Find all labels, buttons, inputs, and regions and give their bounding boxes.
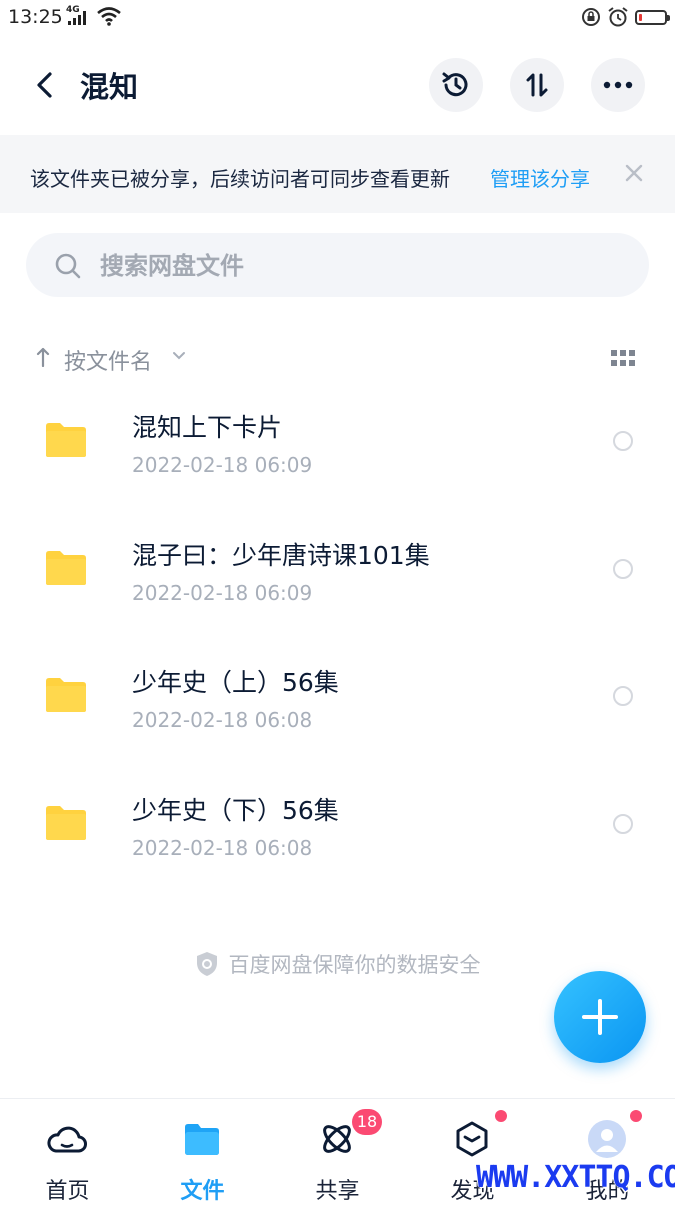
manage-share-link[interactable]: 管理该分享 xyxy=(490,163,590,192)
signal-icon xyxy=(68,11,86,25)
cloud-icon xyxy=(47,1126,87,1153)
folder-icon xyxy=(46,678,86,712)
tab-label: 共享 xyxy=(315,1179,360,1204)
select-radio[interactable] xyxy=(613,558,633,579)
file-row[interactable]: 少年史（下）56集 2022-02-18 06:08 xyxy=(0,761,675,889)
history-button[interactable] xyxy=(429,58,483,112)
select-radio[interactable] xyxy=(613,686,633,706)
avatar-icon xyxy=(588,1120,626,1158)
folder-icon xyxy=(46,550,86,585)
select-radio[interactable] xyxy=(613,813,633,834)
status-time: 13:25 xyxy=(8,6,63,28)
safety-text: 百度网盘保障你的数据安全 xyxy=(228,953,481,977)
tab-share[interactable]: 共享 xyxy=(270,1099,405,1204)
arrow-up-icon xyxy=(36,347,50,367)
search-input[interactable] xyxy=(98,233,622,299)
folder-icon xyxy=(46,805,86,840)
watermark: WWW.XXTTQ.COM xyxy=(476,1160,675,1195)
tab-label: 文件 xyxy=(180,1179,225,1204)
wifi-icon xyxy=(97,7,121,26)
battery-icon xyxy=(635,9,670,25)
me-notification-dot xyxy=(630,1110,642,1122)
search-bar[interactable] xyxy=(26,233,649,299)
file-name: 混子曰：少年唐诗课101集 xyxy=(132,540,430,570)
top-bar: 混知 xyxy=(0,50,675,120)
close-icon[interactable] xyxy=(622,161,646,185)
folder-icon xyxy=(185,1124,219,1155)
search-icon xyxy=(55,253,81,279)
more-dots-icon xyxy=(603,81,633,89)
add-button[interactable] xyxy=(554,971,646,1063)
file-list: 混知上下卡片 2022-02-18 06:09 混子曰：少年唐诗课101集 20… xyxy=(0,378,675,888)
share-badge: 18 xyxy=(352,1109,382,1135)
file-row[interactable]: 少年史（上）56集 2022-02-18 06:08 xyxy=(0,633,675,761)
alarm-icon xyxy=(608,7,628,27)
shield-icon xyxy=(196,952,217,976)
discover-notification-dot xyxy=(495,1110,507,1122)
back-arrow-icon[interactable] xyxy=(32,70,60,100)
page-title: 混知 xyxy=(80,70,139,104)
share-banner: 该文件夹已被分享，后续访问者可同步查看更新 管理该分享 xyxy=(0,135,675,213)
file-name: 混知上下卡片 xyxy=(132,413,283,442)
sort-order-button[interactable] xyxy=(510,58,564,112)
file-name: 少年史（上）56集 xyxy=(132,668,339,697)
tab-label: 首页 xyxy=(45,1179,90,1204)
banner-message: 该文件夹已被分享，后续访问者可同步查看更新 xyxy=(30,167,450,191)
tab-home[interactable]: 首页 xyxy=(0,1099,135,1204)
history-icon xyxy=(442,72,468,97)
chevron-down-icon[interactable] xyxy=(171,351,187,361)
file-date: 2022-02-18 06:09 xyxy=(132,453,313,477)
folder-icon xyxy=(46,423,86,457)
sort-by-name-dropdown[interactable]: 按文件名 xyxy=(64,344,152,376)
file-date: 2022-02-18 06:08 xyxy=(132,708,313,732)
discover-cube-icon xyxy=(456,1121,488,1157)
sort-bar: 按文件名 xyxy=(0,335,675,381)
grid-view-icon[interactable] xyxy=(611,350,635,368)
file-name: 少年史（下）56集 xyxy=(132,795,339,825)
file-date: 2022-02-18 06:09 xyxy=(132,580,313,605)
file-row[interactable]: 混子曰：少年唐诗课101集 2022-02-18 06:09 xyxy=(0,506,675,634)
lock-rotation-icon xyxy=(582,8,600,26)
status-bar: 13:25 4G xyxy=(0,0,675,36)
data-safety-note: 百度网盘保障你的数据安全 xyxy=(0,948,675,980)
select-radio[interactable] xyxy=(613,431,633,451)
file-date: 2022-02-18 06:08 xyxy=(132,835,313,860)
file-row[interactable]: 混知上下卡片 2022-02-18 06:09 xyxy=(0,378,675,506)
tab-files[interactable]: 文件 xyxy=(135,1099,270,1204)
more-button[interactable] xyxy=(591,58,645,112)
sort-arrows-icon xyxy=(526,73,548,97)
